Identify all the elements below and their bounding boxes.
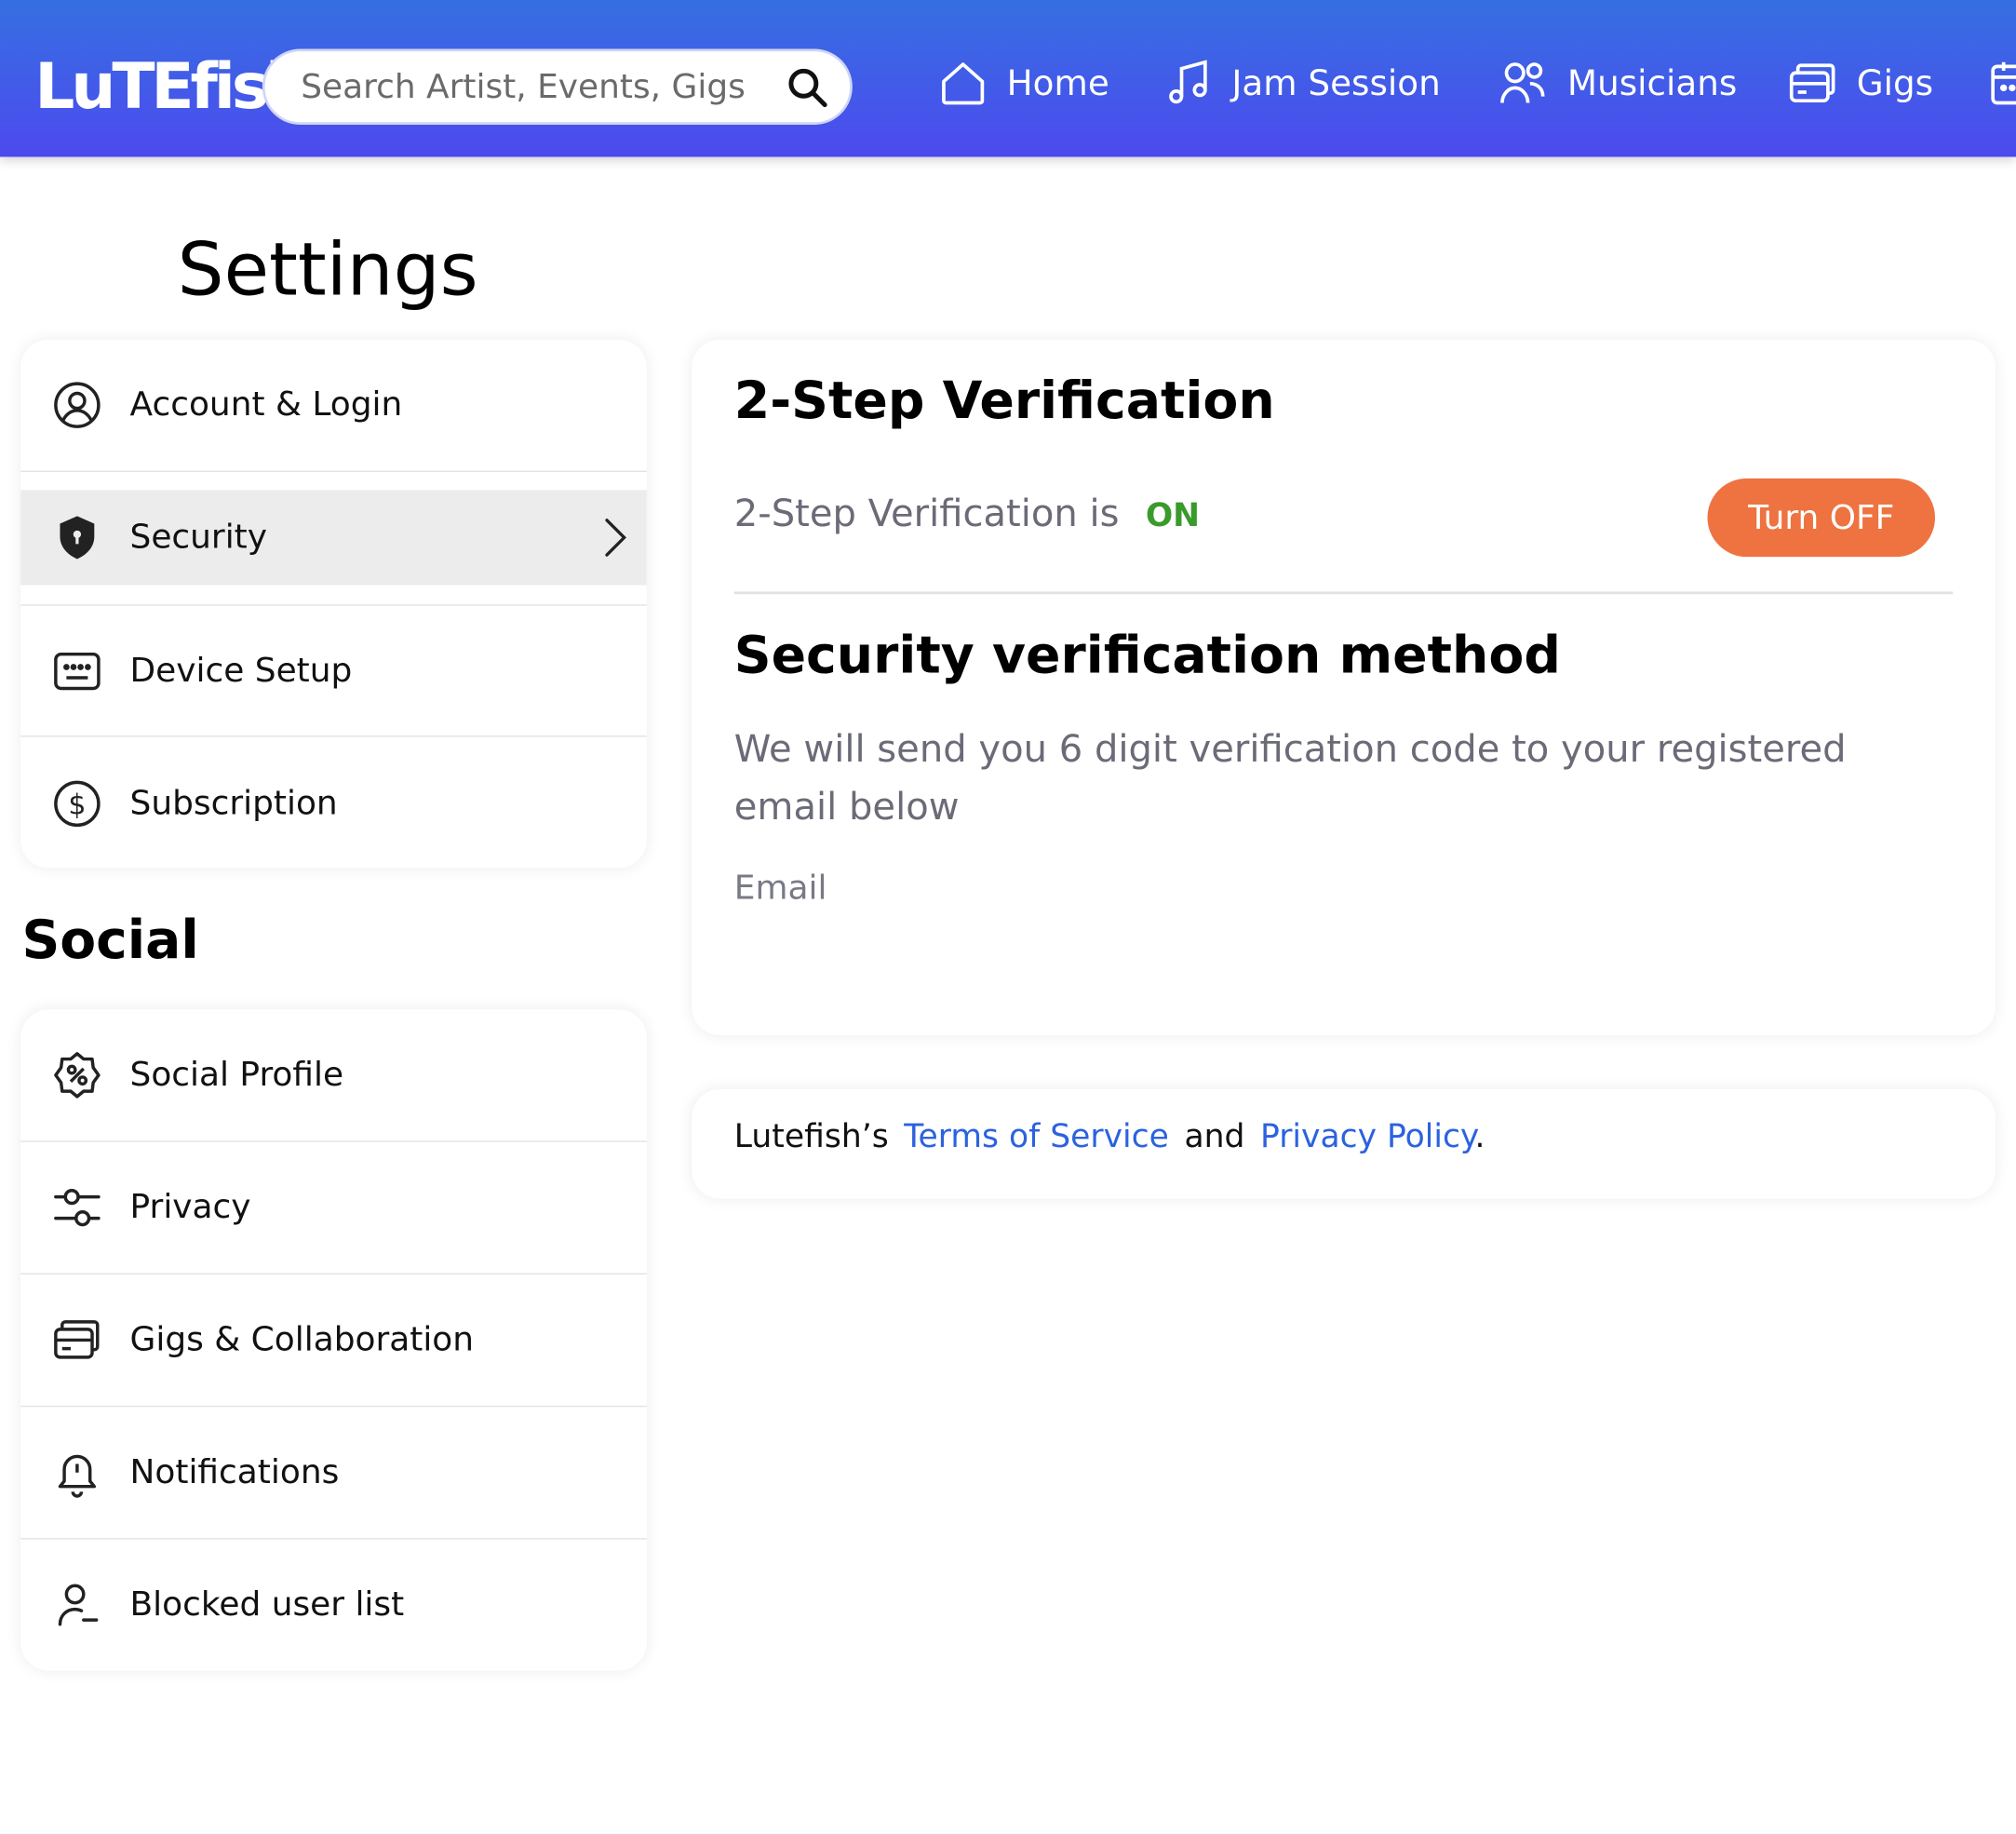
cards-icon: [54, 1320, 100, 1359]
nav-jam-session[interactable]: Jam Session: [1163, 48, 1441, 118]
page-title: Settings: [177, 227, 478, 313]
sidebar-item-label: Account & Login: [129, 385, 403, 425]
settings-account-menu: Account & Login Security Device Setup $ …: [20, 339, 647, 869]
user-minus-icon: [58, 1584, 99, 1626]
sidebar-item-account-login[interactable]: Account & Login: [20, 357, 647, 452]
sidebar-item-label: Blocked user list: [129, 1585, 405, 1625]
nav-musicians-label: Musicians: [1566, 63, 1738, 104]
divider: [20, 1140, 647, 1142]
bell-icon: [58, 1454, 97, 1498]
social-section-title: Social: [21, 909, 199, 971]
users-icon: [1500, 62, 1545, 103]
divider: [20, 604, 647, 606]
chevron-right-icon: [605, 519, 627, 557]
sidebar-item-notifications[interactable]: Notifications: [20, 1425, 647, 1520]
legal-suffix: .: [1474, 1117, 1485, 1155]
calendar-icon: [1991, 61, 2016, 105]
two-step-status-text: 2-Step Verification is: [733, 491, 1120, 535]
sidebar-item-subscription[interactable]: $ Subscription: [20, 756, 647, 851]
divider: [733, 591, 1954, 595]
security-settings-panel: 2-Step Verification 2-Step Verification …: [692, 339, 1996, 1036]
nav-gigs[interactable]: Gigs: [1787, 48, 1933, 118]
sidebar-item-privacy[interactable]: Privacy: [20, 1160, 647, 1255]
dollar-circle-icon: $: [54, 780, 101, 828]
terms-of-service-link[interactable]: Terms of Service: [904, 1117, 1169, 1154]
cards-icon: [1789, 63, 1835, 103]
divider: [20, 1538, 647, 1540]
legal-links-card: Lutefish’s Terms of Service and Privacy Pol…: [692, 1089, 1996, 1199]
legal-links-line: Lutefish’s Terms of Service and Privacy Pol…: [734, 1117, 1485, 1154]
email-label: Email: [733, 869, 827, 909]
sidebar-item-label: Gigs & Collaboration: [129, 1320, 475, 1360]
user-circle-icon: [54, 382, 101, 428]
sidebar-item-blocked-users[interactable]: Blocked user list: [20, 1558, 647, 1652]
nav-home[interactable]: Home: [937, 48, 1109, 118]
divider: [20, 470, 647, 472]
svg-text:$: $: [68, 789, 86, 821]
settings-social-menu: Social Profile Privacy Gigs & Collaborat…: [20, 1009, 647, 1671]
sliders-icon: [54, 1188, 101, 1227]
nav-jam-session-label: Jam Session: [1231, 63, 1441, 104]
verification-method-title: Security verification method: [733, 626, 1561, 686]
sidebar-item-label: Notifications: [129, 1452, 340, 1492]
sidebar-item-label: Device Setup: [129, 652, 353, 691]
shield-icon: [60, 516, 95, 560]
sidebar-item-label: Security: [129, 518, 268, 558]
nav-home-label: Home: [1006, 63, 1109, 104]
verification-method-description: We will send you 6 digit verification co…: [733, 726, 1847, 829]
top-navigation-bar: LuTEfish Home Jam Session: [0, 0, 2016, 157]
sidebar-item-label: Privacy: [129, 1188, 251, 1227]
nav-musicians[interactable]: Musicians: [1498, 48, 1737, 118]
nav-gigs-label: Gigs: [1856, 63, 1934, 104]
legal-prefix: Lutefish’s: [733, 1117, 889, 1155]
divider: [20, 735, 647, 737]
music-note-icon: [1169, 60, 1207, 104]
sidebar-item-label: Subscription: [129, 784, 338, 824]
settings-page: LuTEfish Home Jam Session: [0, 0, 2016, 1832]
keyboard-icon: [54, 652, 101, 691]
legal-conjunction: and: [1184, 1117, 1245, 1155]
turn-off-button[interactable]: Turn OFF: [1707, 478, 1936, 558]
search-input[interactable]: [301, 61, 764, 114]
badge-percent-icon: [54, 1052, 101, 1099]
sidebar-item-security[interactable]: Security: [20, 490, 647, 586]
sidebar-item-device-setup[interactable]: Device Setup: [20, 624, 647, 719]
sidebar-item-social-profile[interactable]: Social Profile: [20, 1028, 647, 1123]
divider: [20, 1405, 647, 1408]
two-step-status-badge: ON: [1145, 496, 1201, 534]
two-step-title: 2-Step Verification: [733, 371, 1275, 431]
search-icon[interactable]: [785, 64, 831, 111]
sidebar-item-gigs-collaboration[interactable]: Gigs & Collaboration: [20, 1292, 647, 1387]
search-bar: [262, 48, 853, 125]
privacy-policy-link[interactable]: Privacy Policy: [1260, 1117, 1474, 1154]
sidebar-item-label: Social Profile: [129, 1056, 344, 1095]
home-icon: [942, 62, 985, 105]
nav-events[interactable]: [1986, 48, 2016, 118]
